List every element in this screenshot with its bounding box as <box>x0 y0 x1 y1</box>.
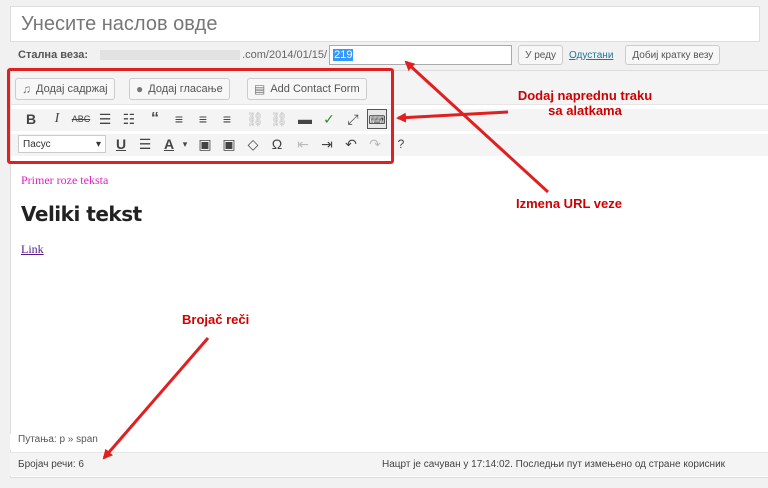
word-counter-arrow <box>102 337 210 460</box>
word-counter-annotation: Brojač reči <box>182 312 250 327</box>
toolbar-arrow <box>396 110 509 123</box>
annotation-arrows <box>102 60 550 460</box>
toolbar-annotation: Dodaj naprednu traku sa alatkama <box>510 88 660 118</box>
toolbar-annotation-line1: Dodaj naprednu traku <box>517 88 653 103</box>
toolbar-annotation-line2: sa alatkama <box>548 103 622 118</box>
url-annotation: Izmena URL veze <box>516 196 622 211</box>
url-arrow <box>404 60 550 194</box>
